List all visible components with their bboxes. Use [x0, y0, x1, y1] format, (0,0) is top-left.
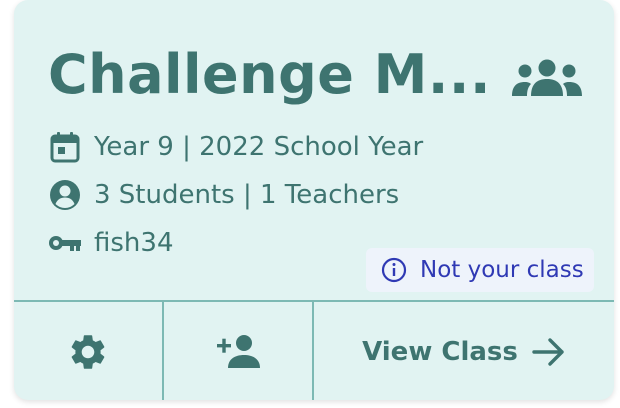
not-your-class-badge: Not your class [366, 248, 594, 292]
info-icon [381, 257, 407, 283]
year-row: Year 9 | 2022 School Year [48, 130, 423, 164]
account-circle-icon [48, 178, 82, 212]
key-icon [48, 226, 82, 260]
people-text: 3 Students | 1 Teachers [94, 180, 400, 210]
arrow-right-icon [532, 338, 564, 366]
year-text: Year 9 | 2022 School Year [94, 132, 424, 162]
gear-icon [71, 335, 105, 369]
badge-text: Not your class [420, 257, 584, 283]
class-code-row: fish34 [48, 226, 174, 260]
class-code-text: fish34 [94, 228, 174, 258]
people-row: 3 Students | 1 Teachers [48, 178, 399, 212]
calendar-icon [48, 130, 82, 164]
add-person-button[interactable] [164, 302, 314, 400]
view-class-label: View Class [362, 337, 518, 367]
class-card: Challenge M... Year 9 | 2022 School Year [14, 0, 614, 400]
settings-button[interactable] [14, 302, 164, 400]
class-title: Challenge M... [48, 43, 491, 106]
card-actions: View Class [14, 300, 614, 400]
group-icon [512, 59, 582, 96]
view-class-button[interactable]: View Class [314, 302, 614, 400]
person-add-icon [217, 335, 260, 368]
